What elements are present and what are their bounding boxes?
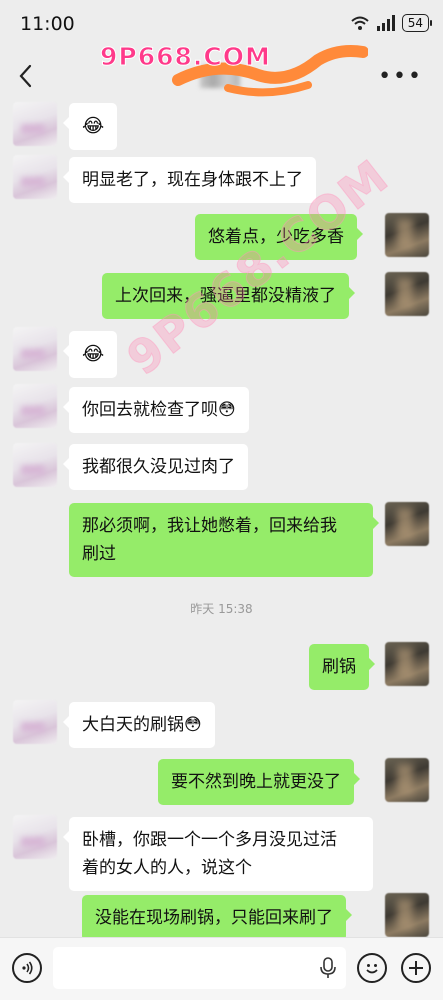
- message-input[interactable]: [53, 947, 346, 989]
- emoji-icon[interactable]: [357, 953, 387, 983]
- message-line: 那必须啊，我让她憋着，回来给我: [82, 516, 337, 536]
- avatar-contact[interactable]: [13, 700, 57, 744]
- message-bubble-left: 卧槽，你跟一个一个多月没见过活 着的女人的人，说这个: [63, 817, 373, 891]
- message-bubble-left: 😂: [62, 331, 118, 378]
- message-timestamp: 昨天 15:38: [190, 602, 253, 616]
- avatar-contact[interactable]: [13, 384, 57, 428]
- avatar-self[interactable]: [385, 893, 429, 937]
- battery-indicator: 54: [401, 14, 433, 32]
- avatar-self[interactable]: [385, 272, 429, 316]
- avatar-contact[interactable]: [13, 327, 57, 371]
- message-bubble-left: 我都很久没见过肉了: [63, 444, 248, 490]
- voice-icon[interactable]: [12, 953, 42, 983]
- signal-icon: [376, 15, 395, 31]
- avatar-contact[interactable]: [13, 102, 57, 146]
- message-bubble-right: 那必须啊，我让她憋着，回来给我 刷过: [69, 503, 379, 577]
- avatar-self[interactable]: [385, 758, 429, 802]
- chat-input-bar: [0, 937, 443, 1000]
- message-line: 刷过: [82, 544, 116, 564]
- message-bubble-right: 要不然到晚上就更没了: [158, 759, 360, 805]
- avatar-contact[interactable]: [13, 155, 57, 199]
- message-bubble-right: 悠着点，少吃多香: [195, 214, 363, 260]
- message-bubble-left: 你回去就检查了呗😳: [63, 387, 249, 433]
- message-bubble-right: 上次回来，骚逼里都没精液了: [102, 273, 355, 319]
- avatar-contact[interactable]: [13, 815, 57, 859]
- wifi-icon: [351, 16, 369, 30]
- plus-icon[interactable]: [401, 953, 431, 983]
- avatar-self[interactable]: [385, 502, 429, 546]
- watermark-text: 9P668.COM: [100, 42, 271, 72]
- message-line: 卧槽，你跟一个一个多月没见过活: [82, 830, 337, 850]
- message-bubble-left: 大白天的刷锅😳: [63, 702, 215, 748]
- back-icon[interactable]: [14, 62, 38, 90]
- message-bubble-right: 刷锅: [309, 644, 375, 690]
- mic-icon[interactable]: [320, 957, 336, 979]
- status-time: 11:00: [20, 13, 75, 35]
- avatar-self[interactable]: [385, 642, 429, 686]
- avatar-contact[interactable]: [13, 443, 57, 487]
- message-line: 着的女人的人，说这个: [82, 858, 252, 878]
- more-icon[interactable]: •••: [378, 64, 423, 89]
- message-bubble-left: 😂: [62, 103, 118, 150]
- message-bubble-right: 没能在现场刷锅，只能回来刷了: [82, 895, 352, 941]
- message-bubble-left: 明显老了，现在身体跟不上了: [63, 157, 316, 203]
- avatar-self[interactable]: [385, 213, 429, 257]
